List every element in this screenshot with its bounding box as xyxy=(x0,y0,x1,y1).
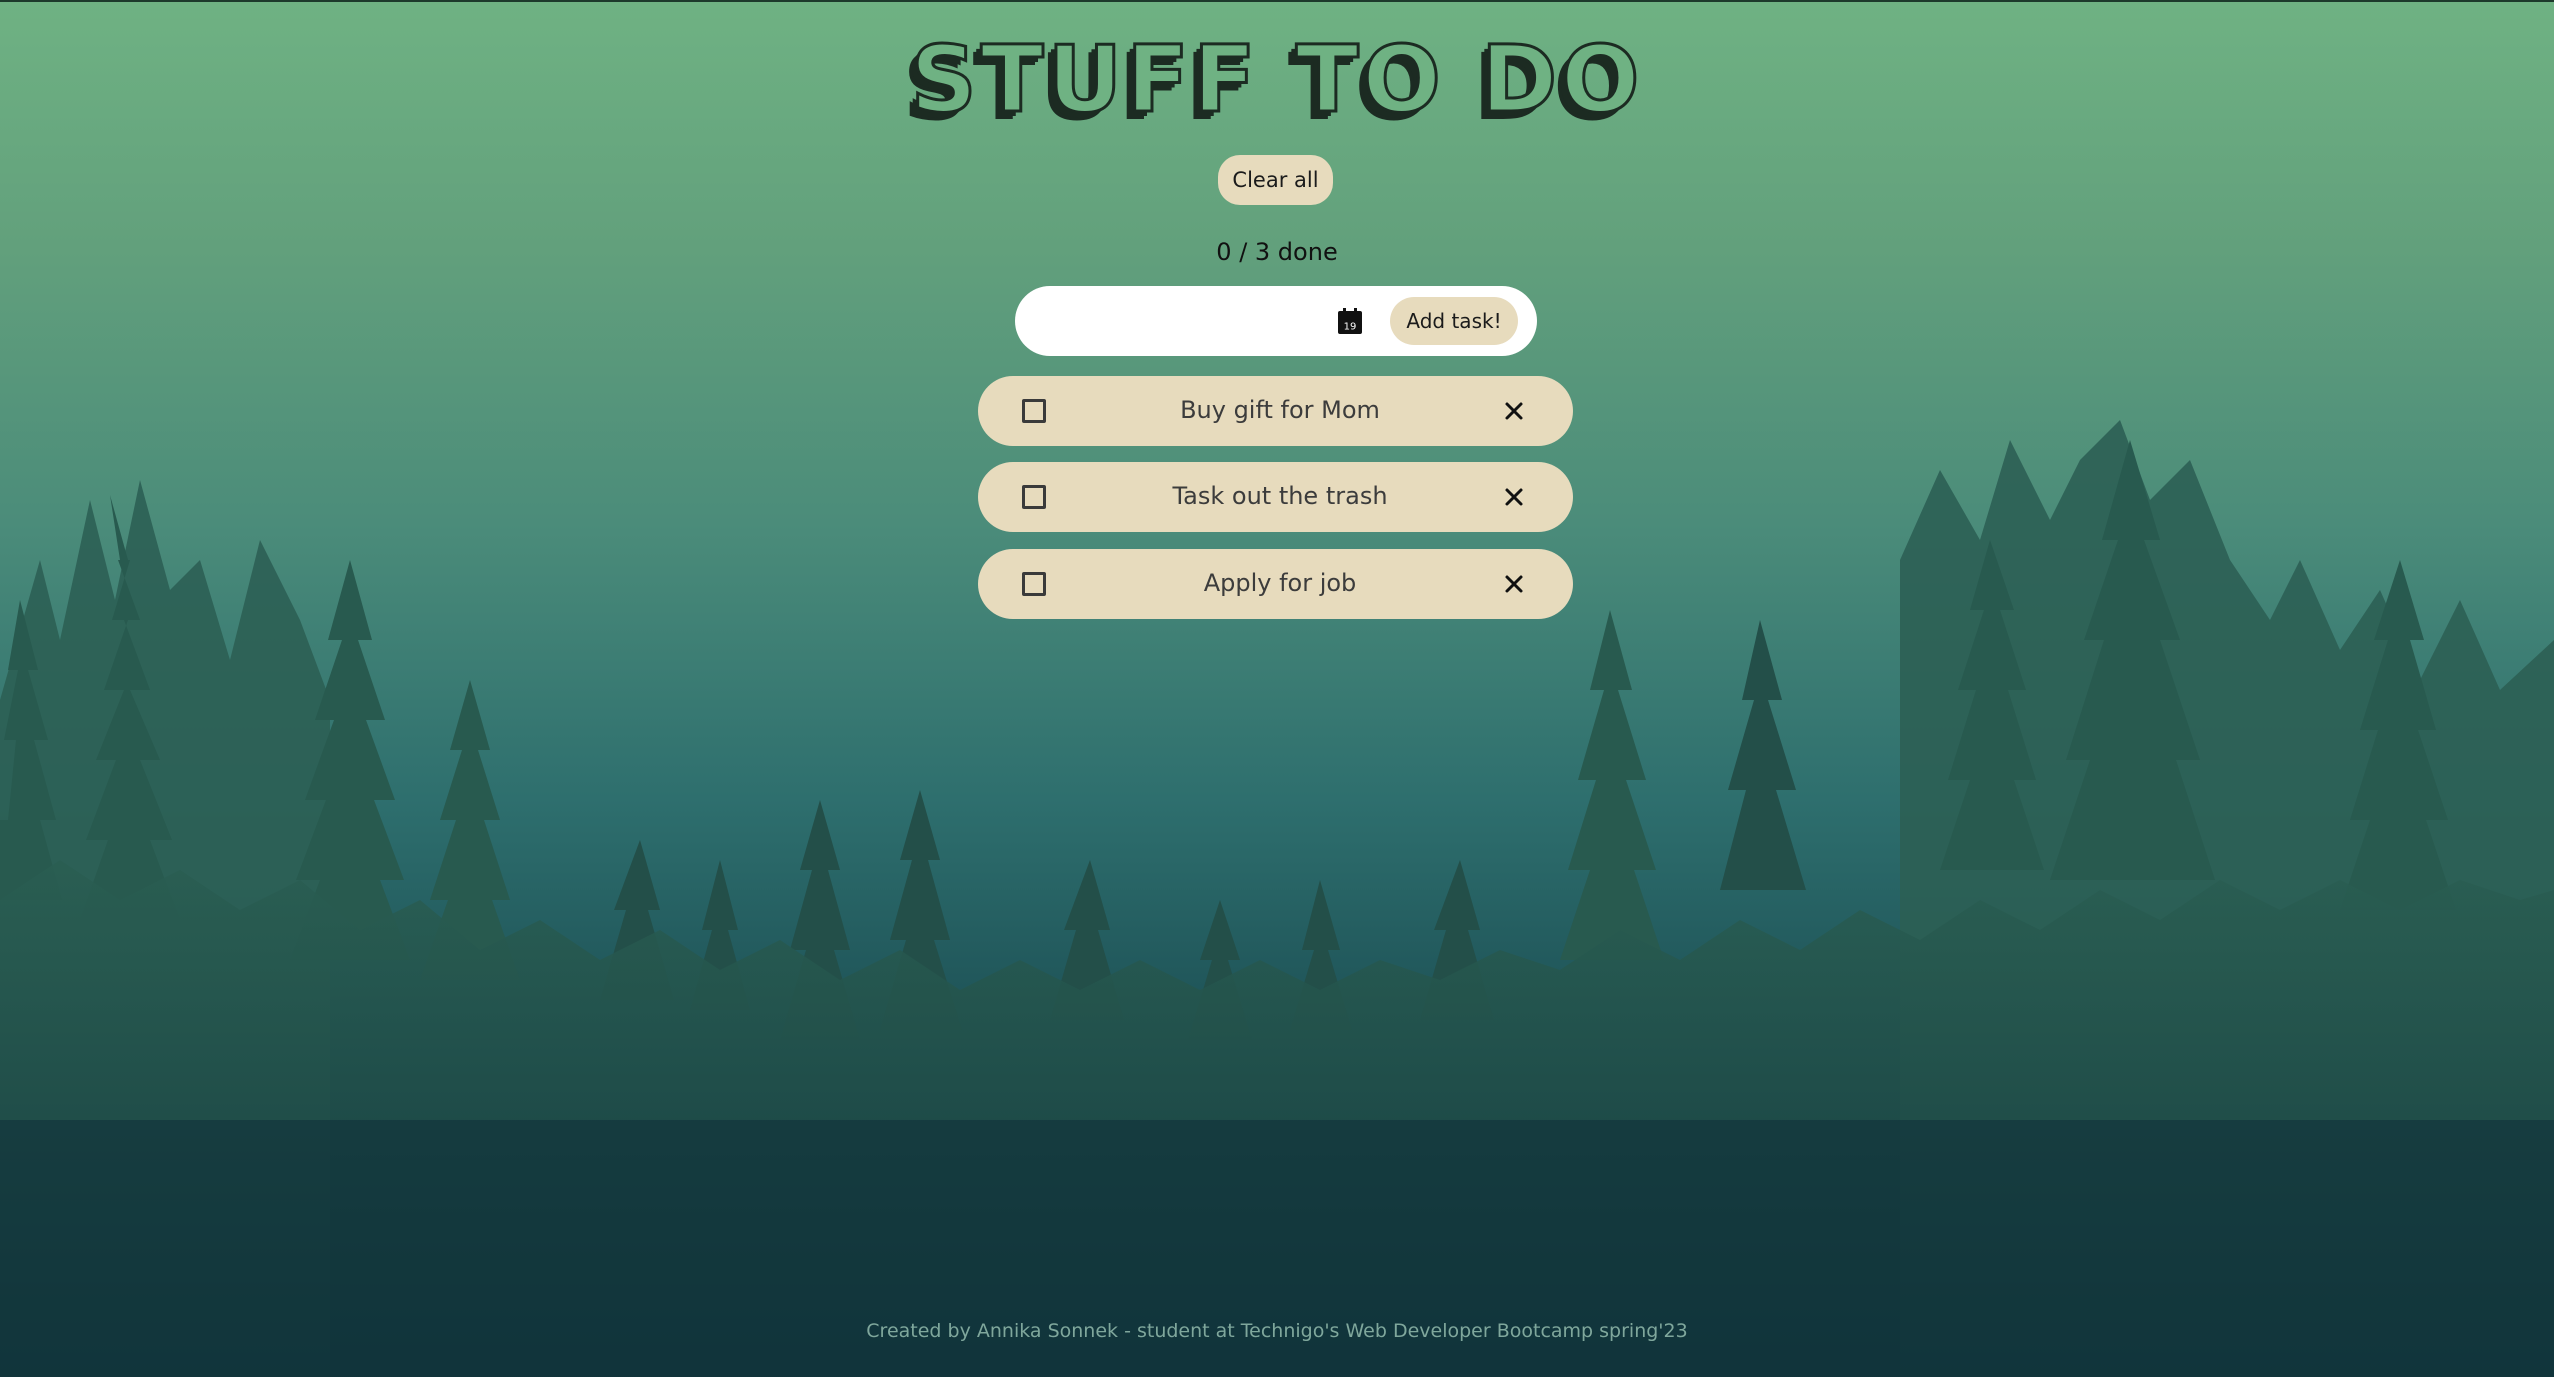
close-icon[interactable] xyxy=(1496,393,1532,429)
footer-credit: Created by Annika Sonnek - student at Te… xyxy=(866,1320,1688,1342)
forest-background xyxy=(0,420,2554,1377)
task-text: Apply for job xyxy=(1203,569,1357,597)
calendar-day: 19 xyxy=(1344,322,1357,333)
task-text: Task out the trash xyxy=(1172,482,1388,510)
task-text: Buy gift for Mom xyxy=(1180,396,1380,424)
clear-all-button[interactable]: Clear all xyxy=(1218,155,1333,205)
close-icon[interactable] xyxy=(1496,566,1532,602)
checkbox-icon[interactable] xyxy=(1022,399,1046,423)
task-item: Apply for job xyxy=(978,549,1573,619)
add-task-button[interactable]: Add task! xyxy=(1390,297,1518,345)
top-border xyxy=(0,0,2554,2)
close-icon[interactable] xyxy=(1496,479,1532,515)
task-item: Task out the trash xyxy=(978,462,1573,532)
task-input[interactable] xyxy=(1045,299,1319,345)
task-item: Buy gift for Mom xyxy=(978,376,1573,446)
checkbox-icon[interactable] xyxy=(1022,572,1046,596)
calendar-icon[interactable]: 19 xyxy=(1335,306,1365,336)
page-title: STUFF TO DO xyxy=(909,26,1644,133)
add-task-form: 19 Add task! xyxy=(1015,286,1537,356)
checkbox-icon[interactable] xyxy=(1022,485,1046,509)
done-counter: 0 / 3 done xyxy=(1216,238,1338,266)
